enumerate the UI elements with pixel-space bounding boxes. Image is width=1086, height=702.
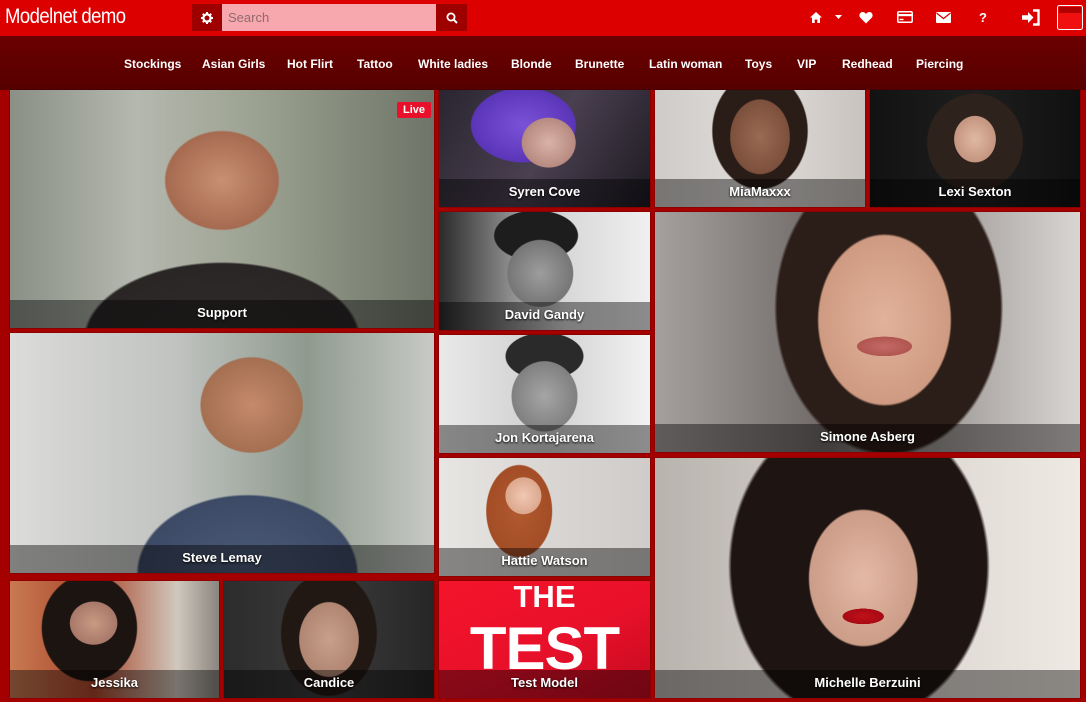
model-name: Test Model: [439, 670, 650, 698]
heart-icon: [859, 11, 873, 23]
home-icon: [810, 11, 822, 23]
help-button[interactable]: ?: [976, 6, 990, 28]
category-toys[interactable]: Toys: [745, 57, 772, 71]
caret-down-icon: [834, 15, 842, 19]
model-name: David Gandy: [439, 302, 650, 330]
model-tile-lexi-sexton[interactable]: Lexi Sexton: [870, 90, 1080, 207]
model-tile-test-model[interactable]: THE TEST Test Model: [439, 581, 650, 698]
model-name: Simone Asberg: [655, 424, 1080, 452]
flag-icon: [1057, 5, 1083, 30]
search-button[interactable]: [436, 4, 467, 31]
category-latin-woman[interactable]: Latin woman: [649, 57, 722, 71]
model-name: Jessika: [10, 670, 219, 698]
category-tattoo[interactable]: Tattoo: [357, 57, 393, 71]
poster-text-the: THE: [513, 581, 576, 614]
model-photo: [10, 90, 434, 328]
messages-button[interactable]: [935, 6, 951, 28]
model-tile-syren-cove[interactable]: Syren Cove: [439, 90, 650, 207]
category-redhead[interactable]: Redhead: [842, 57, 893, 71]
settings-button[interactable]: [192, 4, 222, 31]
category-hot-flirt[interactable]: Hot Flirt: [287, 57, 333, 71]
model-name: MiaMaxxx: [655, 179, 865, 207]
live-badge: Live: [396, 102, 431, 118]
favorites-button[interactable]: [858, 6, 874, 28]
gear-icon: [201, 11, 213, 24]
model-tile-michelle-berzuini[interactable]: Michelle Berzuini: [655, 458, 1080, 698]
language-button[interactable]: [1057, 5, 1083, 30]
model-tile-hattie-watson[interactable]: Hattie Watson: [439, 458, 650, 576]
model-name: Support: [10, 300, 434, 328]
help-icon: ?: [979, 9, 987, 25]
category-asian-girls[interactable]: Asian Girls: [202, 57, 265, 71]
category-blonde[interactable]: Blonde: [511, 57, 552, 71]
category-vip[interactable]: VIP: [797, 57, 816, 71]
home-dropdown-toggle[interactable]: [834, 6, 842, 28]
model-photo: [10, 333, 434, 573]
credit-card-icon: [897, 11, 913, 23]
site-brand[interactable]: Modelnet demo: [5, 5, 126, 29]
credits-button[interactable]: [896, 6, 914, 28]
model-tile-jessika[interactable]: Jessika: [10, 581, 219, 698]
top-navbar: Modelnet demo Search ?: [0, 0, 1086, 36]
category-stockings[interactable]: Stockings: [124, 57, 181, 71]
category-piercing[interactable]: Piercing: [916, 57, 963, 71]
sign-in-icon: [1022, 8, 1040, 26]
category-brunette[interactable]: Brunette: [575, 57, 624, 71]
model-name: Lexi Sexton: [870, 179, 1080, 207]
model-tile-candice[interactable]: Candice: [224, 581, 434, 698]
model-name: Candice: [224, 670, 434, 698]
home-button[interactable]: [808, 6, 824, 28]
model-name: Hattie Watson: [439, 548, 650, 576]
model-tile-miamaxxx[interactable]: MiaMaxxx: [655, 90, 865, 207]
model-photo: [655, 212, 1080, 452]
model-name: Michelle Berzuini: [655, 670, 1080, 698]
category-white-ladies[interactable]: White ladies: [418, 57, 488, 71]
model-photo: [655, 458, 1080, 698]
model-name: Syren Cove: [439, 179, 650, 207]
model-tile-steve-lemay[interactable]: Steve Lemay: [10, 333, 434, 573]
envelope-icon: [935, 11, 951, 23]
model-tile-jon-kortajarena[interactable]: Jon Kortajarena: [439, 335, 650, 453]
login-button[interactable]: [1020, 6, 1042, 28]
category-nav: Stockings Asian Girls Hot Flirt Tattoo W…: [0, 36, 1086, 90]
model-tile-david-gandy[interactable]: David Gandy: [439, 212, 650, 330]
model-tile-simone-asberg[interactable]: Simone Asberg: [655, 212, 1080, 452]
model-tile-support[interactable]: Live Support: [10, 90, 434, 328]
search-icon: [446, 12, 458, 24]
model-name: Steve Lemay: [10, 545, 434, 573]
search-input[interactable]: [222, 4, 436, 31]
model-name: Jon Kortajarena: [439, 425, 650, 453]
